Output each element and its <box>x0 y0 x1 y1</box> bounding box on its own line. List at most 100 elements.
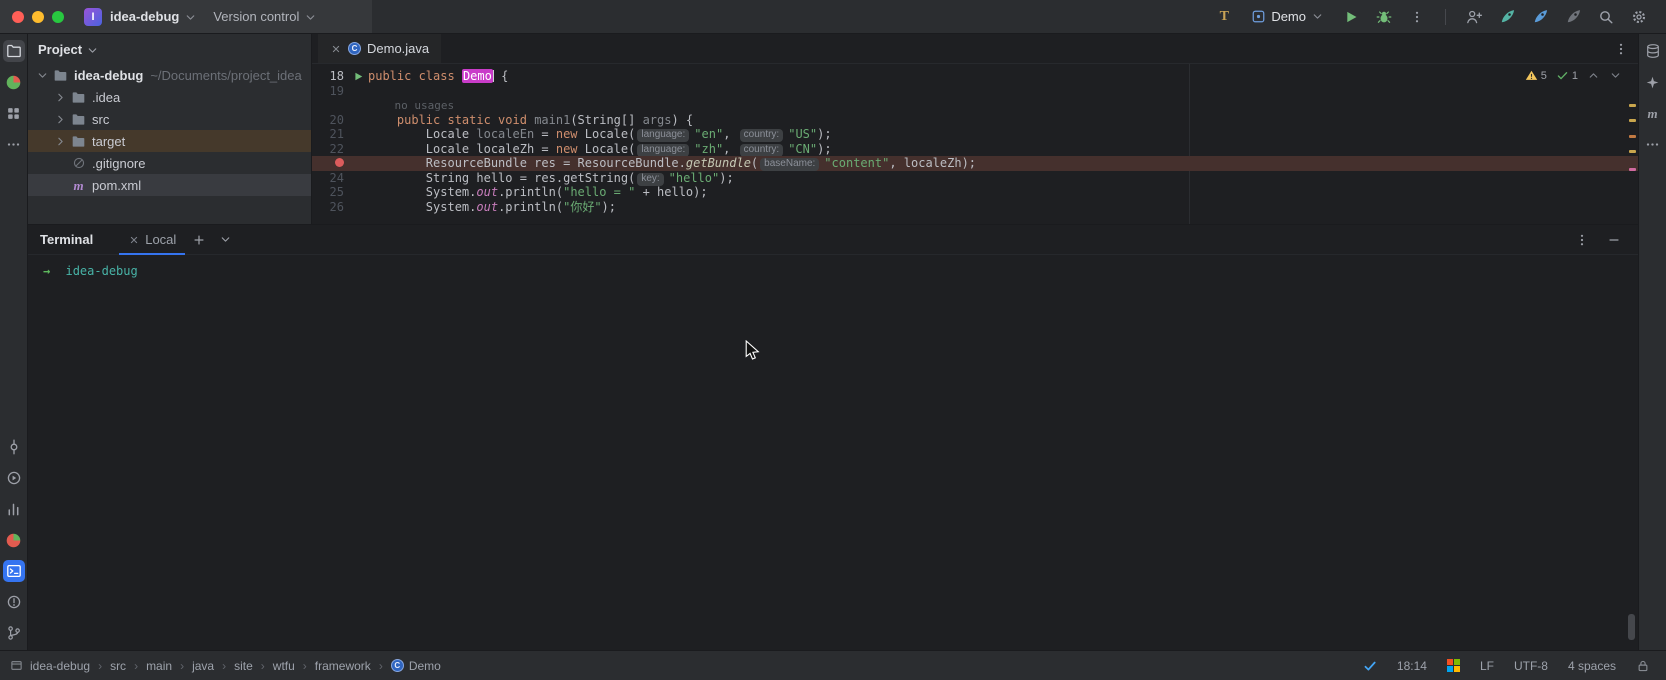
git-branch-icon[interactable] <box>3 622 25 644</box>
project-panel-header[interactable]: Project <box>28 34 311 64</box>
terminal-title[interactable]: Terminal <box>40 232 93 247</box>
status-check-icon[interactable] <box>1363 659 1377 673</box>
code-line[interactable]: 21 Locale localeEn = new Locale(language… <box>312 127 1638 142</box>
tab-options-icon[interactable] <box>1614 42 1628 56</box>
rebel-icon[interactable] <box>3 71 25 93</box>
code-editor[interactable]: 18public class Demo {19 no usages20 publ… <box>312 64 1638 224</box>
line-number[interactable] <box>312 98 348 113</box>
line-number[interactable]: 21 <box>312 127 348 142</box>
tree-item-pom-xml[interactable]: mpom.xml <box>28 174 311 196</box>
minimize-window-button[interactable] <box>32 11 44 23</box>
line-number[interactable]: 24 <box>312 171 348 186</box>
rebel-debug-icon[interactable] <box>3 529 25 551</box>
breadcrumb-main[interactable]: main <box>146 659 172 673</box>
breadcrumb-java[interactable]: java <box>192 659 214 673</box>
code-line[interactable]: 18public class Demo { <box>312 69 1638 84</box>
passed-indicator[interactable]: 1 <box>1556 69 1578 82</box>
debug-button[interactable] <box>1371 4 1397 30</box>
rebel-sync-button[interactable] <box>1527 4 1553 30</box>
code-line[interactable]: ResourceBundle res = ResourceBundle.getB… <box>312 156 1638 171</box>
chevron-down-icon[interactable] <box>34 69 50 82</box>
tree-item--idea[interactable]: .idea <box>28 86 311 108</box>
line-separator[interactable]: LF <box>1480 659 1494 673</box>
database-icon[interactable] <box>1642 40 1664 62</box>
tree-item-target[interactable]: target <box>28 130 311 152</box>
more-horizontal-icon[interactable] <box>1642 133 1664 155</box>
services-icon[interactable] <box>3 467 25 489</box>
structure-icon[interactable] <box>3 102 25 124</box>
chevron-right-icon[interactable] <box>52 135 68 148</box>
ai-assistant-icon[interactable] <box>1642 71 1664 93</box>
tree-item-src[interactable]: src <box>28 108 311 130</box>
warnings-indicator[interactable]: 5 <box>1525 69 1547 82</box>
breadcrumb-idea-debug[interactable]: idea-debug <box>30 659 90 673</box>
line-number[interactable]: 22 <box>312 142 348 157</box>
version-control-menu[interactable]: Version control <box>213 9 299 24</box>
usages-hint[interactable]: no usages <box>368 99 454 112</box>
new-terminal-button[interactable] <box>187 228 211 252</box>
code-line[interactable]: 25 System.out.println("hello = " + hello… <box>312 185 1638 200</box>
breadcrumb-wtfu[interactable]: wtfu <box>273 659 295 673</box>
run-configuration-widget[interactable]: Demo <box>1244 6 1331 27</box>
next-problem-icon[interactable] <box>1609 69 1622 82</box>
file-encoding[interactable]: UTF-8 <box>1514 659 1548 673</box>
breakpoint-icon[interactable] <box>312 156 348 171</box>
caret-position[interactable]: 18:14 <box>1397 659 1427 673</box>
code-line[interactable]: 19 <box>312 84 1638 99</box>
parameter-hint[interactable]: country: <box>740 144 784 157</box>
run-button[interactable] <box>1338 4 1364 30</box>
close-window-button[interactable] <box>12 11 24 23</box>
more-horizontal-icon[interactable] <box>3 133 25 155</box>
code-line[interactable]: no usages <box>312 98 1638 113</box>
line-number[interactable]: 18 <box>312 69 348 84</box>
hide-terminal-button[interactable] <box>1602 228 1626 252</box>
parameter-hint[interactable]: language: <box>637 129 689 142</box>
terminal-scrollbar[interactable] <box>1628 614 1635 640</box>
prev-problem-icon[interactable] <box>1587 69 1600 82</box>
line-number[interactable]: 19 <box>312 84 348 99</box>
maven-icon[interactable]: m <box>1642 102 1664 124</box>
breadcrumb-Demo[interactable]: CDemo <box>391 659 441 673</box>
breadcrumb-src[interactable]: src <box>110 659 126 673</box>
code-with-me-button[interactable] <box>1461 4 1487 30</box>
parameter-hint[interactable]: country: <box>740 129 784 142</box>
line-number[interactable]: 20 <box>312 113 348 128</box>
window-icon[interactable] <box>10 659 23 672</box>
chevron-right-icon[interactable] <box>52 113 68 126</box>
settings-button[interactable] <box>1626 4 1652 30</box>
tab-demo-java[interactable]: C Demo.java <box>318 34 441 63</box>
profiler-icon[interactable] <box>3 498 25 520</box>
commit-icon[interactable] <box>3 436 25 458</box>
terminal-output[interactable]: → idea-debug <box>28 255 1638 650</box>
microsoft-logo-icon[interactable] <box>1447 659 1460 672</box>
terminal-tab-local[interactable]: Local <box>119 225 185 254</box>
breadcrumb-site[interactable]: site <box>234 659 253 673</box>
terminal-icon[interactable] <box>3 560 25 582</box>
close-tab-icon[interactable] <box>128 234 140 246</box>
tree-item-idea-debug[interactable]: idea-debug~/Documents/project_idea <box>28 64 311 86</box>
rebel-run-button[interactable] <box>1494 4 1520 30</box>
code-line[interactable]: 24 String hello = res.getString(key:"hel… <box>312 171 1638 186</box>
line-number[interactable]: 25 <box>312 185 348 200</box>
project-folder-icon[interactable] <box>3 40 25 62</box>
run-gutter-icon[interactable] <box>348 69 368 84</box>
terminal-dropdown-icon[interactable] <box>213 228 237 252</box>
scroll-marks[interactable] <box>1629 64 1636 224</box>
problems-icon[interactable] <box>3 591 25 613</box>
breadcrumb-framework[interactable]: framework <box>315 659 371 673</box>
close-tab-icon[interactable] <box>330 43 342 55</box>
tree-item--gitignore[interactable]: .gitignore <box>28 152 311 174</box>
code-line[interactable]: 26 System.out.println("你好"); <box>312 200 1638 215</box>
parameter-hint[interactable]: language: <box>637 144 689 157</box>
parameter-hint[interactable]: baseName: <box>760 158 819 171</box>
lock-icon[interactable] <box>1636 659 1650 673</box>
chevron-right-icon[interactable] <box>52 91 68 104</box>
terminal-options-icon[interactable] <box>1570 228 1594 252</box>
project-menu[interactable]: idea-debug <box>110 9 179 24</box>
search-everywhere-button[interactable] <box>1593 4 1619 30</box>
code-line[interactable]: 22 Locale localeZh = new Locale(language… <box>312 142 1638 157</box>
line-number[interactable]: 26 <box>312 200 348 215</box>
rebel-disabled-button[interactable] <box>1560 4 1586 30</box>
code-line[interactable]: 20 public static void main1(String[] arg… <box>312 113 1638 128</box>
more-actions-button[interactable] <box>1404 4 1430 30</box>
